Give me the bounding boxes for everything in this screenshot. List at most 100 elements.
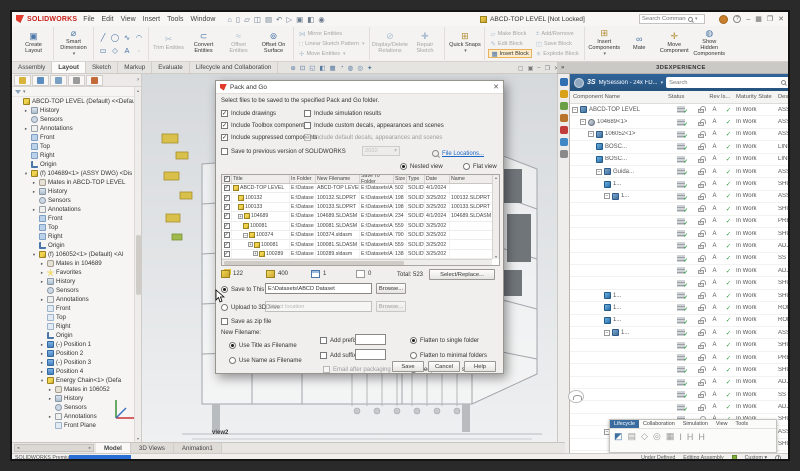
component-row[interactable]: A In Work SHUTTLE P <box>570 228 790 240</box>
panes-icon[interactable]: ◧ <box>307 15 314 24</box>
expand-arrow-icon[interactable] <box>23 108 29 114</box>
search-dropdown-icon[interactable]: ▾ <box>695 16 698 22</box>
checkbox-icon[interactable] <box>221 318 228 325</box>
hide-show-icon[interactable]: ◍ <box>348 64 354 72</box>
row-expand-icon[interactable] <box>248 242 253 247</box>
file-row[interactable]: 100289 E:\Datase 100289.sldasm E:\Datase… <box>222 250 499 259</box>
show-hidden-components-button[interactable]: ◍Show Hidden Components <box>693 29 726 57</box>
expand-arrow-icon[interactable] <box>31 207 37 213</box>
sketch-entity-icon[interactable]: ▭ <box>97 46 109 55</box>
table-hscrollbar[interactable] <box>222 259 492 265</box>
compare-icon[interactable]: ◎ <box>653 431 661 442</box>
dialog-title-bar[interactable]: Pack and Go ✕ <box>216 81 503 94</box>
close-button[interactable]: ✕ <box>778 15 784 23</box>
feature-tree-item[interactable]: ABCD-TOP LEVEL (Default) <<Defau <box>12 97 141 106</box>
use-title-radio[interactable]: Use Title as Filename <box>229 342 297 349</box>
col-component-name[interactable]: Component Name <box>570 94 668 100</box>
component-row[interactable]: Guida... A In Work ASSEMBLY <box>570 166 790 178</box>
print-icon[interactable]: ▤ <box>265 15 272 24</box>
row-checkbox[interactable] <box>224 195 230 201</box>
flatten-single-radio[interactable]: Flatten to single folder <box>410 337 479 344</box>
component-row[interactable]: A In Work SHUTTLE P <box>570 339 790 351</box>
edit-block-button[interactable]: ✎Edit Block <box>488 39 531 48</box>
component-row[interactable]: A In Work SS SPRING <box>570 389 790 401</box>
menu-item[interactable]: Window <box>187 16 218 23</box>
file-explorer-icon[interactable] <box>560 114 568 122</box>
doc-new-window-icon[interactable]: ▢ <box>518 65 524 72</box>
command-tab[interactable]: Layout <box>52 62 86 73</box>
component-row[interactable]: 1... A In Work ASSEMBLY <box>570 327 790 339</box>
globe-icon[interactable] <box>775 455 781 461</box>
featuremanager-tab-icon[interactable] <box>14 75 31 86</box>
filter-icon[interactable] <box>15 90 21 94</box>
col-size[interactable]: Size <box>394 175 407 183</box>
session-caret-icon[interactable]: ▾ <box>661 80 664 86</box>
browse-button[interactable]: Browse... <box>376 283 406 294</box>
include-drawings-checkbox[interactable]: Include drawings <box>221 110 276 117</box>
home-icon[interactable] <box>560 90 568 98</box>
session-avatar[interactable] <box>574 78 584 88</box>
component-row[interactable]: A In Work PRECISION <box>570 216 790 228</box>
propertymanager-tab-icon[interactable] <box>32 75 49 86</box>
save-previous-version-checkbox[interactable]: Save to previous version of SOLIDWORKS <box>221 148 346 155</box>
component-row[interactable]: 1... A In Work SHUTTLE C <box>570 290 790 302</box>
doc-tile-icon[interactable]: ▣ <box>528 65 534 72</box>
open-file-icon[interactable]: ▱ <box>244 15 250 24</box>
sketch-entity-icon[interactable]: ╱ <box>97 33 109 42</box>
minimize-button[interactable]: – <box>746 16 750 23</box>
sketch-entity-icon[interactable]: ◯ <box>109 33 121 42</box>
col-in-folder[interactable]: In Folder <box>290 175 316 183</box>
radio-icon[interactable] <box>229 357 236 364</box>
row-checkbox[interactable] <box>224 242 230 248</box>
radio-icon[interactable] <box>410 337 417 344</box>
checkbox-icon[interactable] <box>221 110 228 117</box>
units-selector[interactable]: Custom ▾ <box>745 455 767 461</box>
sketch-entity-icon[interactable]: ∿ <box>121 33 133 42</box>
new-file-icon[interactable]: ▯ <box>236 15 240 24</box>
file-row[interactable]: ABCD-TOP LEVEL E:\Datase ABCD-TOP LEVEL.… <box>222 184 499 193</box>
checkbox-icon[interactable] <box>221 122 228 129</box>
feature-tree-item[interactable]: History <box>12 187 141 196</box>
feature-tree-item[interactable]: (f) 106052<1> (Default) <Al <box>12 250 141 259</box>
row-expand-icon[interactable] <box>238 214 243 219</box>
toolbar-tab[interactable]: View <box>712 420 732 428</box>
expand-arrow-icon[interactable] <box>39 360 45 366</box>
appearances-icon[interactable]: ◎ <box>357 64 363 72</box>
structure-icon[interactable]: ▦ <box>666 431 675 442</box>
component-row[interactable]: 106052<1> A In Work ASSEMBLY <box>570 129 790 141</box>
bom-icon[interactable]: ▤ <box>628 431 637 442</box>
offset-on-surface-button[interactable]: ⊚Offset On Surface <box>257 32 290 55</box>
sketch-entity-icon[interactable]: ◠ <box>133 33 145 42</box>
file-row[interactable]: 100081 E:\Datase 100081.SLDASM E:\Datase… <box>222 222 499 231</box>
toolbar-tab[interactable]: Tools <box>732 420 753 428</box>
checkbox-icon[interactable] <box>304 110 311 117</box>
command-tab[interactable]: Markup <box>118 62 152 73</box>
feature-tree-item[interactable]: Energy Chain<1> (Defa <box>12 376 141 385</box>
sketch-entity-icon[interactable]: A <box>121 46 133 55</box>
collapse-box-icon[interactable] <box>580 119 586 125</box>
feature-tree-item[interactable]: Top <box>12 223 141 232</box>
expand-arrow-icon[interactable] <box>47 414 53 420</box>
select-replace-button[interactable]: Select/Replace... <box>429 269 495 280</box>
expand-arrow-icon[interactable] <box>39 342 45 348</box>
radio-icon[interactable] <box>400 163 407 170</box>
explode-block-button[interactable]: ✳Explode Block <box>534 49 581 58</box>
col-new-filename[interactable]: New Filename <box>316 175 360 183</box>
sketch-entity-icon[interactable]: · <box>133 46 145 55</box>
prefix-input[interactable] <box>355 334 386 345</box>
feature-tree-item[interactable]: Front <box>12 304 141 313</box>
displaymanager-tab-icon[interactable] <box>86 75 103 86</box>
zoom-area-icon[interactable]: ⊡ <box>300 64 305 72</box>
file-locations-link[interactable]: File Locations... <box>442 151 484 157</box>
menu-item[interactable]: Edit <box>99 16 117 23</box>
feature-tree-item[interactable]: Origin <box>12 160 141 169</box>
select-arrow-icon[interactable]: ▷ <box>286 15 292 24</box>
row-checkbox[interactable] <box>224 232 230 238</box>
expand-arrow-icon[interactable] <box>31 180 37 186</box>
component-row[interactable]: 1... A In Work ROD PUSHI <box>570 315 790 327</box>
feature-tree-item[interactable]: Top <box>12 142 141 151</box>
row-checkbox[interactable] <box>224 223 230 229</box>
expand-arrow-icon[interactable] <box>31 189 37 195</box>
component-row[interactable]: A In Work SHUTTLE P <box>570 203 790 215</box>
save-path-input[interactable] <box>265 283 372 294</box>
